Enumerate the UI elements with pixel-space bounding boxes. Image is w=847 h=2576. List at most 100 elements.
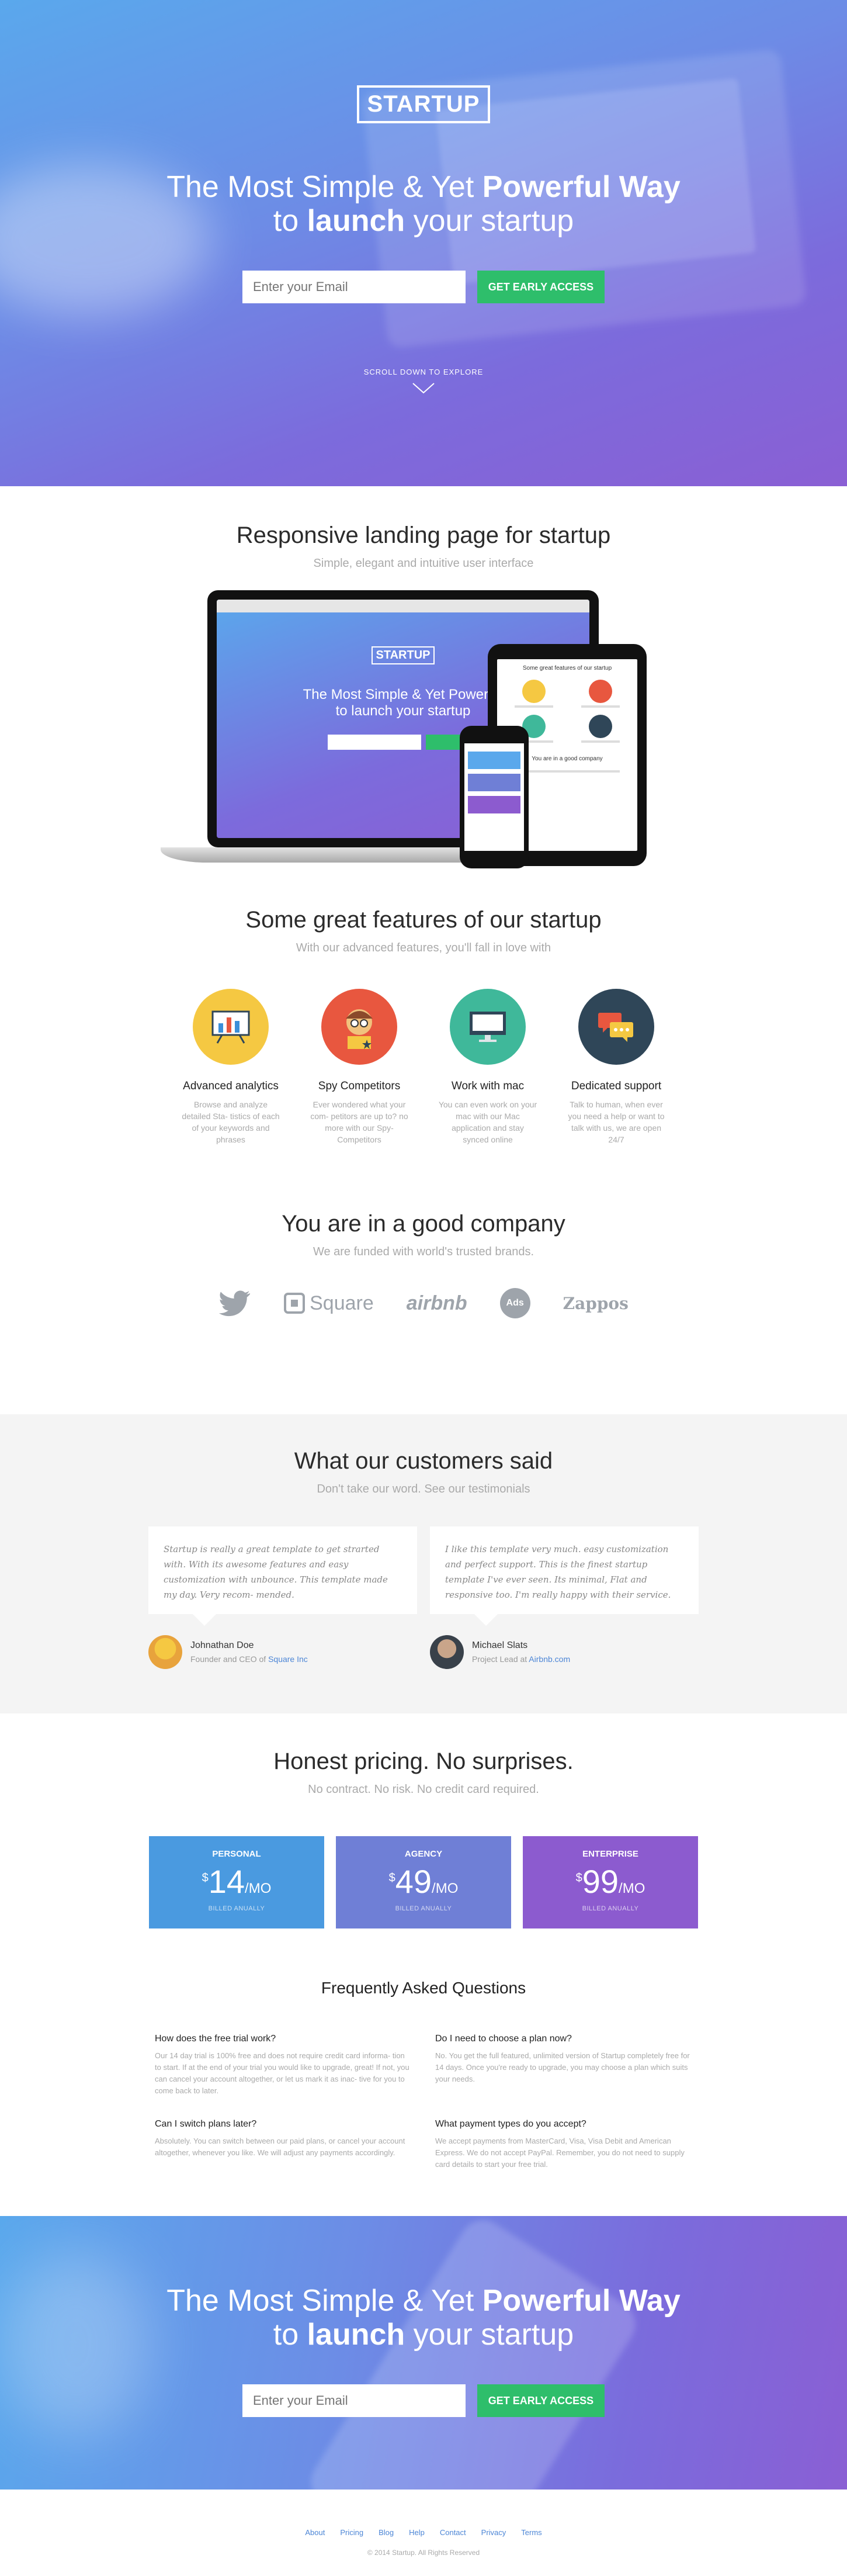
footer-link-terms[interactable]: Terms [521, 2528, 541, 2537]
devices-title: Responsive landing page for startup [236, 522, 611, 548]
testimonial-card: Startup is really a great template to ge… [148, 1526, 417, 1669]
feature-text: Ever wondered what your com- petitors ar… [310, 1100, 408, 1144]
plan-personal[interactable]: PERSONAL $14/MO BILLED ANUALLY [149, 1836, 324, 1928]
faq-answer: We accept payments from MasterCard, Visa… [435, 2137, 685, 2169]
get-early-access-button[interactable]: GET EARLY ACCESS [477, 271, 605, 303]
faq-item: What payment types do you accept? We acc… [435, 2119, 692, 2170]
hero-title: The Most Simple & Yet Powerful Way to la… [166, 170, 681, 238]
faq-question: How does the free trial work? [155, 2034, 276, 2044]
faq-answer: Our 14 day trial is 100% free and does n… [155, 2051, 409, 2095]
footer: About Pricing Blog Help Contact Privacy … [0, 2490, 847, 2576]
footer-link-contact[interactable]: Contact [440, 2528, 466, 2537]
faq-item: Can I switch plans later? Absolutely. Yo… [155, 2119, 412, 2170]
cta-title: The Most Simple & Yet Powerful Way to la… [166, 2284, 681, 2352]
company-section: You are in a good company We are funded … [0, 1145, 847, 1379]
pricing-title: Honest pricing. No surprises. [273, 1749, 574, 1774]
plan-billing: BILLED ANUALLY [395, 1905, 452, 1912]
chat-bubbles-icon [578, 989, 654, 1065]
feature-title: Advanced analytics [183, 1080, 279, 1092]
faq-title: Frequently Asked Questions [321, 1979, 526, 1997]
avatar [430, 1635, 464, 1669]
ads-logo: Ads [499, 1288, 530, 1318]
feature-title: Dedicated support [571, 1080, 662, 1092]
testimonials-title: What our customers said [294, 1448, 553, 1474]
ipad-heading: Some great features of our startup [522, 665, 612, 671]
testimonial-role: Project Lead at Airbnb.com [472, 1654, 571, 1664]
copyright: © 2014 Startup. All Rights Reserved [367, 2549, 480, 2557]
features-title: Some great features of our startup [245, 907, 602, 933]
logo[interactable]: STARTUP [356, 85, 491, 123]
plan-agency[interactable]: AGENCY $49/MO BILLED ANUALLY [336, 1836, 511, 1928]
cta-signup-form: GET EARLY ACCESS [0, 2384, 847, 2417]
testimonials-section: What our customers said Don't take our w… [0, 1414, 847, 1713]
features-section: Some great features of our startup With … [0, 907, 847, 1145]
square-logo: Square [284, 1292, 374, 1315]
avatar [148, 1635, 182, 1669]
feature-text: You can even work on your mac with our M… [438, 1100, 537, 1144]
features-subtitle: With our advanced features, you'll fall … [296, 941, 551, 954]
device-mockups: STARTUP The Most Simple & Yet Powerful t… [161, 590, 686, 871]
pricing-section: Honest pricing. No surprises. No contrac… [0, 1713, 847, 2216]
testimonial-name: Johnathan Doe [190, 1640, 254, 1650]
hero-signup-form: GET EARLY ACCESS [0, 271, 847, 303]
feature-analytics: Advanced analytics Browse and analyze de… [181, 989, 280, 1145]
feature-spy: Spy Competitors Ever wondered what your … [310, 989, 409, 1145]
devices-section: Responsive landing page for startup Simp… [0, 486, 847, 907]
zappos-logo: Zappos [563, 1293, 629, 1313]
pricing-subtitle: No contract. No risk. No credit card req… [308, 1783, 539, 1796]
footer-links: About Pricing Blog Help Contact Privacy … [0, 2528, 847, 2537]
plan-enterprise[interactable]: ENTERPRISE $99/MO BILLED ANUALLY [523, 1836, 698, 1928]
footer-link-privacy[interactable]: Privacy [481, 2528, 506, 2537]
footer-link-blog[interactable]: Blog [379, 2528, 394, 2537]
plan-name: ENTERPRISE [582, 1849, 638, 1859]
faq-question: Do I need to choose a plan now? [435, 2034, 572, 2044]
get-early-access-button[interactable]: GET EARLY ACCESS [477, 2384, 605, 2417]
spy-character-icon [321, 989, 397, 1065]
brand-logos: Square airbnb Ads Zappos [0, 1288, 847, 1318]
testimonial-card: I like this template very much. easy cus… [430, 1526, 699, 1669]
feature-mac: Work with mac You can even work on your … [438, 989, 537, 1145]
feature-title: Spy Competitors [318, 1080, 401, 1092]
email-input[interactable] [242, 271, 466, 303]
plan-price: $99/MO [575, 1863, 645, 1900]
cta-section: The Most Simple & Yet Powerful Way to la… [0, 2216, 847, 2490]
company-link[interactable]: Airbnb.com [529, 1654, 570, 1664]
testimonials-subtitle: Don't take our word. See our testimonial… [317, 1483, 530, 1495]
email-input[interactable] [242, 2384, 466, 2417]
plan-price: $49/MO [388, 1863, 459, 1900]
scroll-hint[interactable]: SCROLL DOWN TO EXPLORE [0, 368, 847, 376]
plan-name: PERSONAL [212, 1849, 261, 1859]
hero-section: STARTUP The Most Simple & Yet Powerful W… [0, 0, 847, 486]
faq-answer: Absolutely. You can switch between our p… [155, 2137, 405, 2157]
faq-item: Do I need to choose a plan now? No. You … [435, 2034, 692, 2097]
feature-title: Work with mac [451, 1080, 525, 1092]
plan-price: $14/MO [202, 1863, 272, 1900]
analytics-icon [193, 989, 269, 1065]
testimonial-role: Founder and CEO of Square Inc [190, 1654, 308, 1664]
feature-text: Browse and analyze detailed Sta- tistics… [182, 1100, 280, 1144]
testimonial-quote: Startup is really a great template to ge… [148, 1526, 417, 1626]
airbnb-logo: airbnb [406, 1292, 467, 1314]
testimonial-name: Michael Slats [472, 1640, 528, 1650]
testimonial-quote: I like this template very much. easy cus… [430, 1526, 699, 1626]
feature-text: Talk to human, when ever you need a help… [568, 1100, 665, 1144]
monitor-icon [450, 989, 526, 1065]
mockup-logo: STARTUP [371, 646, 435, 664]
faq-list: How does the free trial work? Our 14 day… [0, 2034, 847, 2216]
twitter-bird-icon [218, 1290, 251, 1317]
footer-link-about[interactable]: About [305, 2528, 325, 2537]
faq-question: What payment types do you accept? [435, 2119, 586, 2129]
faq-item: How does the free trial work? Our 14 day… [155, 2034, 412, 2097]
faq-question: Can I switch plans later? [155, 2119, 257, 2129]
plan-name: AGENCY [404, 1849, 443, 1859]
footer-link-pricing[interactable]: Pricing [340, 2528, 363, 2537]
company-title: You are in a good company [282, 1211, 565, 1237]
iphone-mockup [460, 726, 529, 868]
chevron-down-icon[interactable] [412, 382, 435, 394]
company-link[interactable]: Square Inc [268, 1654, 308, 1664]
feature-support: Dedicated support Talk to human, when ev… [567, 989, 666, 1145]
company-subtitle: We are funded with world's trusted brand… [313, 1245, 534, 1258]
plan-billing: BILLED ANUALLY [208, 1905, 265, 1912]
footer-link-help[interactable]: Help [409, 2528, 425, 2537]
plan-billing: BILLED ANUALLY [582, 1905, 639, 1912]
